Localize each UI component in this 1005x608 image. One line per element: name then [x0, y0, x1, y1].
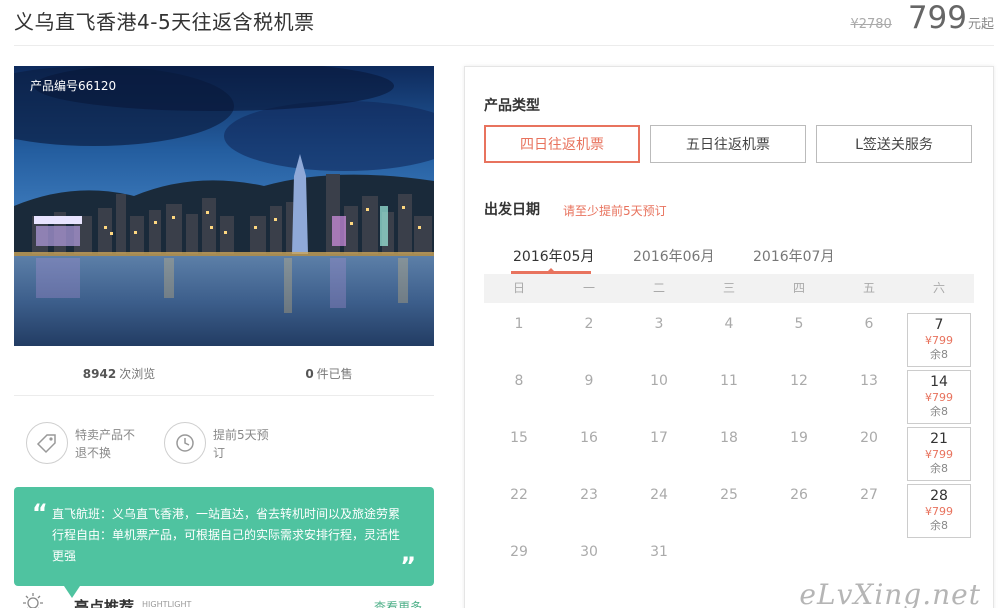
calendar-day-available[interactable]: 14 ¥799 余8 — [907, 370, 971, 424]
calendar-day: 25 — [720, 487, 738, 503]
tab-month-july[interactable]: 2016年07月 — [753, 246, 834, 266]
clock-icon — [164, 422, 206, 464]
product-column: 产品编号66120 8942 次浏览 0 件已售 特卖产品不退不换 提前5天预订 — [14, 66, 434, 486]
calendar-day: 31 — [650, 544, 668, 560]
product-photo: 产品编号66120 — [14, 66, 434, 346]
calendar-day: 26 — [790, 487, 808, 503]
day-price: ¥799 — [925, 448, 953, 461]
lightbulb-icon — [22, 592, 44, 608]
calendar-day: 6 — [864, 316, 874, 332]
day-price: ¥799 — [925, 505, 953, 518]
close-quote-icon: ” — [400, 552, 416, 580]
view-more-link[interactable]: 查看更多 — [374, 598, 422, 608]
view-count: 8942 次浏览 — [82, 367, 156, 381]
product-summary-quote: “ 直飞航班：义乌直飞香港，一站直达，省去转机时间以及旅途劳累 行程自由：单机票… — [14, 487, 434, 598]
calendar-day: 17 — [650, 430, 668, 446]
price-box: ¥2780 799 元起 — [850, 0, 994, 40]
type-option-four-day[interactable]: 四日往返机票 — [484, 125, 640, 163]
day-price: ¥799 — [925, 334, 953, 347]
feature-no-refund: 特卖产品不退不换 — [26, 422, 139, 464]
month-tabs: 2016年05月 2016年06月 2016年07月 — [484, 246, 974, 274]
calendar-day: 18 — [720, 430, 738, 446]
calendar-day: 8 — [514, 373, 524, 389]
hong-kong-skyline-image — [14, 66, 434, 346]
day-remaining: 余8 — [930, 519, 948, 532]
booking-panel: 产品类型 四日往返机票 五日往返机票 L签送关服务 出发日期 请至少提前5天预订… — [464, 66, 994, 608]
product-type-title: 产品类型 — [484, 98, 540, 114]
calendar-day: 12 — [790, 373, 808, 389]
calendar-day: 23 — [580, 487, 598, 503]
weekday-header: 日 一 二 三 四 五 六 — [484, 274, 974, 303]
sold-count: 0 件已售 — [305, 367, 353, 381]
calendar-day: 30 — [580, 544, 598, 560]
calendar-day: 24 — [650, 487, 668, 503]
calendar-day: 2 — [584, 316, 594, 332]
calendar-day: 27 — [860, 487, 878, 503]
weekday-label: 四 — [792, 281, 805, 295]
weekday-label: 日 — [512, 281, 525, 295]
quote-line: 行程自由：单机票产品，可根据自己的实际需求安排行程，灵活性更强 — [52, 528, 401, 563]
calendar-day: 22 — [510, 487, 528, 503]
product-type-options: 四日往返机票 五日往返机票 L签送关服务 — [484, 125, 982, 163]
weekday-label: 二 — [652, 281, 665, 295]
calendar-day: 11 — [720, 373, 738, 389]
page-title: 义乌直飞香港4-5天往返含税机票 — [14, 10, 315, 34]
day-number: 28 — [930, 488, 948, 504]
highlight-title: 亮点推荐 — [74, 598, 135, 608]
calendar-day: 9 — [584, 373, 594, 389]
open-quote-icon: “ — [32, 499, 48, 527]
calendar-day-available[interactable]: 21 ¥799 余8 — [907, 427, 971, 481]
tab-month-may[interactable]: 2016年05月 — [513, 246, 594, 266]
departure-date-title: 出发日期 — [484, 202, 540, 218]
day-number: 7 — [934, 317, 944, 333]
feature-text: 特卖产品不退不换 — [75, 428, 136, 460]
weekday-label: 六 — [932, 281, 945, 295]
quote-line: 直飞航班：义乌直飞香港，一站直达，省去转机时间以及旅途劳累 — [52, 507, 401, 521]
feature-text: 提前5天预订 — [213, 428, 269, 460]
booking-hint: 请至少提前5天预订 — [563, 204, 667, 218]
highlight-subtitle: HIGHTLIGHT — [142, 600, 192, 608]
calendar-day: 4 — [724, 316, 734, 332]
product-code: 产品编号66120 — [30, 79, 117, 93]
calendar-day-available[interactable]: 28 ¥799 余8 — [907, 484, 971, 538]
day-price: ¥799 — [925, 391, 953, 404]
weekday-label: 一 — [582, 281, 595, 295]
price-unit: 元起 — [967, 17, 994, 32]
calendar-day: 5 — [794, 316, 804, 332]
day-remaining: 余8 — [930, 462, 948, 475]
calendar-day: 29 — [510, 544, 528, 560]
day-remaining: 余8 — [930, 348, 948, 361]
weekday-label: 五 — [862, 281, 875, 295]
calendar-day: 15 — [510, 430, 528, 446]
type-option-l-visa[interactable]: L签送关服务 — [816, 125, 972, 163]
day-number: 14 — [930, 374, 948, 390]
original-price: ¥2780 — [850, 17, 892, 32]
product-stats: 8942 次浏览 0 件已售 — [14, 346, 434, 396]
feature-advance-booking: 提前5天预订 — [164, 422, 271, 464]
calendar-day-available[interactable]: 7 ¥799 余8 — [907, 313, 971, 367]
calendar-day: 16 — [580, 430, 598, 446]
weekday-label: 三 — [722, 281, 735, 295]
calendar-day: 3 — [654, 316, 664, 332]
tab-month-june[interactable]: 2016年06月 — [633, 246, 714, 266]
price-tag-icon — [26, 422, 68, 464]
type-option-five-day[interactable]: 五日往返机票 — [650, 125, 806, 163]
day-remaining: 余8 — [930, 405, 948, 418]
calendar-day: 10 — [650, 373, 668, 389]
calendar-day: 1 — [514, 316, 524, 332]
current-price: 799 — [907, 0, 967, 36]
product-features: 特卖产品不退不换 提前5天预订 — [14, 396, 434, 486]
site-watermark: eLvXing.net — [799, 578, 981, 608]
day-number: 21 — [930, 431, 948, 447]
page-header: 义乌直飞香港4-5天往返含税机票 ¥2780 799 元起 — [14, 0, 994, 46]
calendar-day: 19 — [790, 430, 808, 446]
calendar-day: 20 — [860, 430, 878, 446]
highlight-section-header: 亮点推荐 HIGHTLIGHT 查看更多 — [22, 592, 422, 608]
calendar-day: 13 — [860, 373, 878, 389]
